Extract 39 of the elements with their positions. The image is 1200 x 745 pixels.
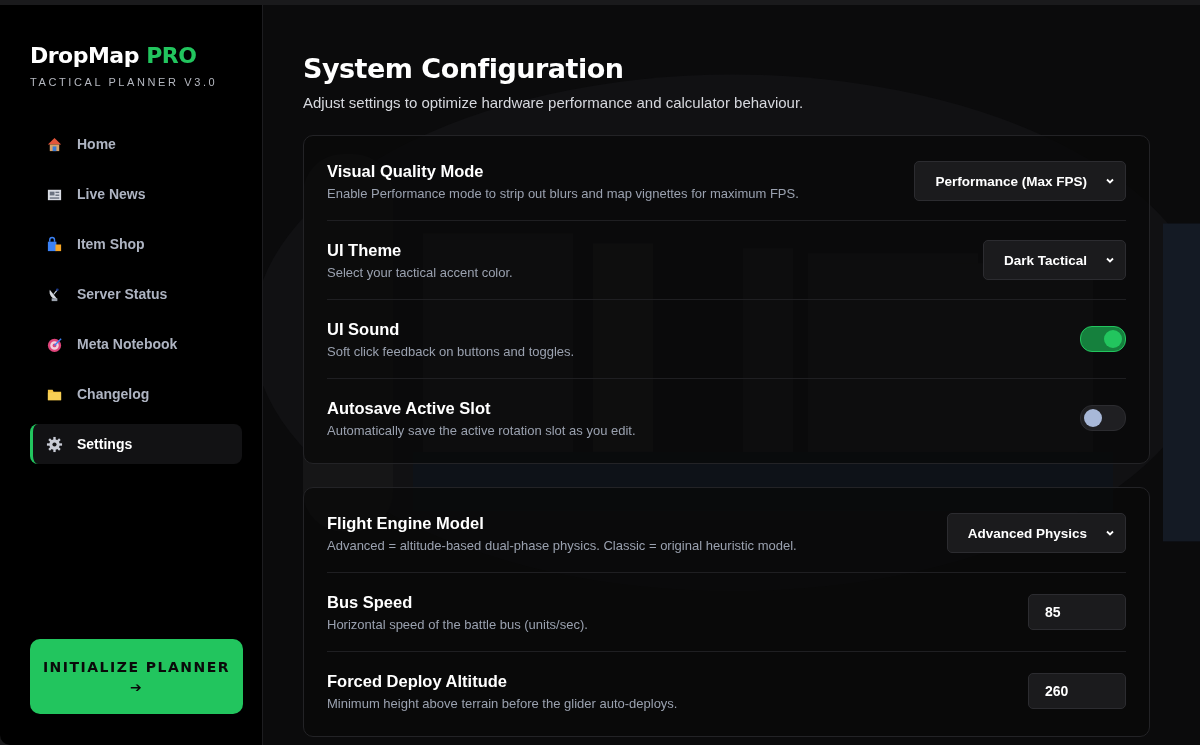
setting-description: Select your tactical accent color. — [327, 264, 513, 280]
sidebar-item[interactable]: Home — [30, 124, 242, 164]
setting-label: Visual Quality Mode — [327, 161, 485, 181]
number-field[interactable]: 260 — [1028, 673, 1126, 709]
setting-description: Advanced = altitude-based dual-phase physics. Classic = original heuristic model. — [327, 537, 797, 553]
chevron-down-icon — [1105, 528, 1115, 538]
dropdown[interactable]: Dark Tactical — [982, 240, 1126, 280]
app-logo: DropMap PRO — [30, 43, 197, 68]
sidebar-item[interactable]: Live News — [30, 174, 242, 214]
setting-label: Autosave Active Slot — [327, 398, 492, 418]
setting-description: Automatically save the active rotation slot as you edit. — [327, 422, 636, 438]
setting-label: Forced Deploy Altitude — [327, 671, 508, 691]
target-icon — [46, 335, 63, 353]
setting-label: Bus Speed — [327, 592, 414, 612]
toggle-switch[interactable] — [1080, 405, 1126, 431]
sidebar-item[interactable]: Server Status — [30, 274, 242, 314]
setting-label: Flight Engine Model — [327, 513, 485, 533]
number-field[interactable]: 85 — [1028, 594, 1126, 630]
setting-label: UI Theme — [327, 240, 403, 260]
page-title: System Configuration — [303, 53, 625, 84]
sidebar-item[interactable]: Settings — [30, 424, 242, 464]
toggle-switch[interactable] — [1080, 326, 1126, 352]
dropdown[interactable]: Advanced Physics — [946, 513, 1126, 553]
sidebar-item[interactable]: Changelog — [30, 374, 242, 414]
setting-description: Enable Performance mode to strip out blurs and map vignettes for maximum FPS. — [327, 185, 799, 201]
setting-description: Horizontal speed of the battle bus (units/sec). — [327, 616, 588, 632]
dropdown[interactable]: Performance (Max FPS) — [914, 161, 1126, 201]
setting-description: Minimum height above terrain before the glider auto-deploys. — [327, 695, 678, 711]
initialize-planner-button[interactable]: INITIALIZE PLANNER ➔ — [30, 639, 243, 714]
chevron-down-icon — [1105, 176, 1115, 186]
setting-label: UI Sound — [327, 319, 401, 339]
house-icon — [46, 135, 63, 153]
sidebar-item[interactable]: Meta Notebook — [30, 324, 242, 364]
setting-description: Soft click feedback on buttons and toggles. — [327, 343, 575, 359]
page-subtitle: Adjust settings to optimize hardware performance and calculator behaviour. — [303, 94, 805, 111]
gear-icon — [46, 435, 63, 453]
app-subtitle: TACTICAL PLANNER V3.0 — [30, 76, 219, 88]
sidebar-item[interactable]: Item Shop — [30, 224, 242, 264]
chevron-down-icon — [1105, 255, 1115, 265]
